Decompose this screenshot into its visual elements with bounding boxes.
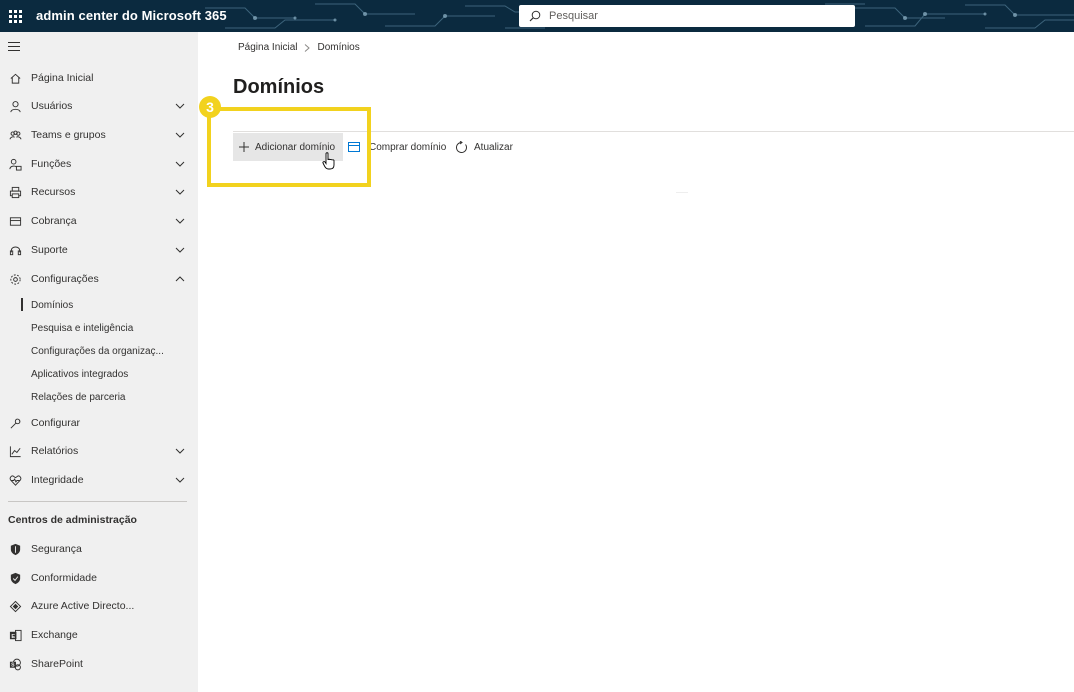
nav-item-label: Recursos: [31, 186, 76, 198]
shield-icon: [8, 571, 22, 585]
page-title: Domínios: [233, 76, 325, 98]
nav-item-label: Relatórios: [31, 445, 79, 457]
admin-centers-header: Centros de administração: [8, 514, 137, 526]
nav-item-resources[interactable]: Recursos: [0, 179, 198, 205]
faint-divider: [676, 192, 688, 193]
chevron-right-icon: [305, 43, 311, 52]
nav-item-settings[interactable]: Configurações: [0, 266, 198, 292]
nav-item-teams[interactable]: Teams e grupos: [0, 122, 198, 148]
nav-item-home[interactable]: Página Inicial: [0, 65, 198, 91]
chevron-down-icon: [175, 161, 185, 167]
nav-item-users[interactable]: Usuários: [0, 93, 198, 119]
nav-item-support[interactable]: Suporte: [0, 237, 198, 263]
refresh-button[interactable]: Atualizar: [455, 133, 513, 161]
nav-item-label: Usuários: [31, 100, 73, 112]
sub-item-label: Configurações da organizaç...: [31, 345, 164, 357]
wrench-icon: [8, 416, 22, 430]
main-content: Página Inicial Domínios Domínios Adicion…: [198, 32, 1074, 692]
admin-center-label: Azure Active Directo...: [31, 600, 135, 612]
chevron-down-icon: [175, 448, 185, 454]
chart-icon: [8, 444, 22, 458]
card-icon: [348, 142, 360, 152]
exchange-icon: E: [8, 628, 22, 642]
heart-icon: [8, 473, 22, 487]
app-title[interactable]: admin center do Microsoft 365: [36, 0, 227, 32]
nav-item-label: Integridade: [31, 474, 84, 486]
chevron-down-icon: [175, 132, 185, 138]
selected-indicator: [21, 298, 23, 311]
admin-center-label: SharePoint: [31, 658, 83, 670]
azure-icon: [8, 599, 22, 613]
chevron-down-icon: [175, 218, 185, 224]
plus-icon: [239, 142, 249, 152]
search-input[interactable]: [549, 10, 829, 22]
admin-center-label: Conformidade: [31, 572, 97, 584]
nav-item-label: Cobrança: [31, 215, 77, 227]
nav-item-label: Página Inicial: [31, 72, 94, 84]
hand-cursor-icon: [322, 152, 335, 170]
sub-item-label: Domínios: [31, 299, 74, 311]
nav-item-setup[interactable]: Configurar: [0, 410, 198, 436]
role-icon: [8, 157, 22, 171]
nav-item-label: Configurações: [31, 273, 99, 285]
sub-item-integrated-apps[interactable]: Aplicativos integrados: [0, 363, 198, 385]
admin-center-exchange[interactable]: E Exchange: [0, 622, 198, 648]
refresh-icon: [456, 140, 467, 153]
step-badge: 3: [199, 96, 221, 118]
refresh-label: Atualizar: [474, 141, 513, 153]
add-domain-label: Adicionar domínio: [255, 141, 336, 153]
search-icon: [529, 10, 541, 22]
sub-item-label: Pesquisa e inteligência: [31, 322, 134, 334]
breadcrumb: Página Inicial Domínios: [238, 42, 360, 53]
headset-icon: [8, 243, 22, 257]
shield-icon: [8, 542, 22, 556]
admin-center-azure-ad[interactable]: Azure Active Directo...: [0, 593, 198, 619]
sidebar-divider: [8, 501, 187, 502]
command-bar-divider: [233, 131, 1074, 132]
buy-domain-button[interactable]: Comprar domínio: [348, 133, 446, 161]
admin-center-label: Exchange: [31, 629, 78, 641]
nav-item-label: Teams e grupos: [31, 129, 106, 141]
people-icon: [8, 128, 22, 142]
chevron-up-icon: [175, 276, 185, 282]
sub-item-domains[interactable]: Domínios: [0, 294, 198, 316]
svg-text:E: E: [11, 633, 15, 639]
chevron-down-icon: [175, 477, 185, 483]
card-icon: [8, 214, 22, 228]
buy-domain-label: Comprar domínio: [369, 141, 447, 153]
chevron-down-icon: [175, 247, 185, 253]
search-box[interactable]: [519, 5, 855, 27]
sharepoint-icon: S: [8, 657, 22, 671]
sub-item-label: Relações de parceria: [31, 391, 126, 403]
admin-center-compliance[interactable]: Conformidade: [0, 565, 198, 591]
sidebar: Página Inicial Usuários Teams e grupos F…: [0, 32, 198, 692]
hamburger-menu-button[interactable]: [8, 42, 22, 54]
gear-icon: [8, 272, 22, 286]
chevron-down-icon: [175, 103, 185, 109]
sub-item-search-intelligence[interactable]: Pesquisa e inteligência: [0, 317, 198, 339]
waffle-icon: [8, 9, 22, 23]
nav-item-billing[interactable]: Cobrança: [0, 208, 198, 234]
chevron-down-icon: [175, 189, 185, 195]
nav-item-label: Suporte: [31, 244, 68, 256]
home-icon: [8, 71, 22, 85]
nav-item-label: Configurar: [31, 417, 81, 429]
nav-item-label: Funções: [31, 158, 72, 170]
svg-text:S: S: [11, 662, 15, 668]
printer-icon: [8, 185, 22, 199]
sub-item-label: Aplicativos integrados: [31, 368, 129, 380]
admin-center-label: Segurança: [31, 543, 82, 555]
admin-center-sharepoint[interactable]: S SharePoint: [0, 651, 198, 677]
nav-item-health[interactable]: Integridade: [0, 467, 198, 493]
sub-item-org-settings[interactable]: Configurações da organizaç...: [0, 340, 198, 362]
nav-item-reports[interactable]: Relatórios: [0, 438, 198, 464]
app-launcher-button[interactable]: [0, 0, 30, 32]
breadcrumb-home-link[interactable]: Página Inicial: [238, 42, 297, 53]
nav-item-roles[interactable]: Funções: [0, 151, 198, 177]
person-icon: [8, 99, 22, 113]
admin-center-security[interactable]: Segurança: [0, 536, 198, 562]
breadcrumb-current: Domínios: [317, 42, 360, 53]
sub-item-partner-relationships[interactable]: Relações de parceria: [0, 386, 198, 408]
top-bar: admin center do Microsoft 365: [0, 0, 1074, 32]
